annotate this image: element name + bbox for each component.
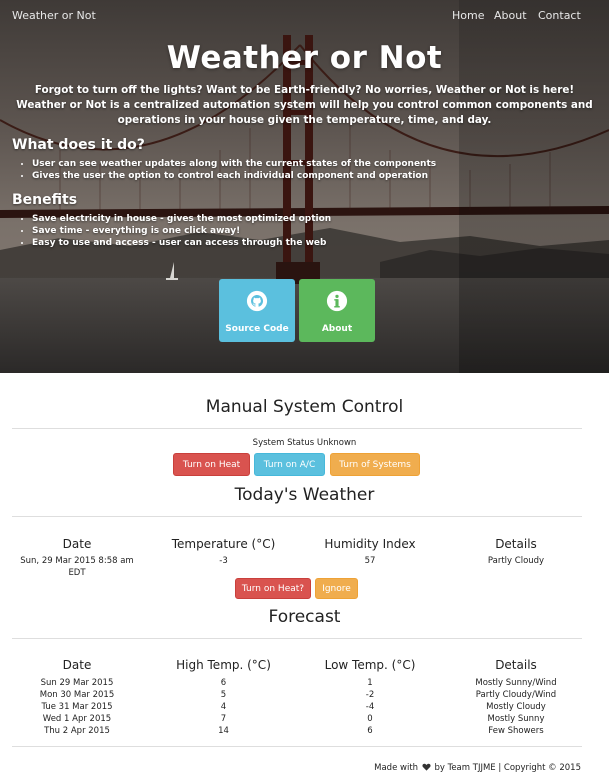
nav-link-home[interactable]: Home xyxy=(452,9,484,22)
forecast-header-high: High Temp. (°C) xyxy=(176,658,271,672)
forecast-details-cell: Few Showers xyxy=(488,726,544,736)
forecast-date-cell: Sun 29 Mar 2015 xyxy=(40,678,114,688)
heart-icon xyxy=(422,763,431,771)
about-tile[interactable]: About xyxy=(299,279,375,342)
system-status-text: System Status Unknown xyxy=(252,438,357,448)
today-temperature-cell: -3 xyxy=(219,556,228,566)
today-header-temperature: Temperature (°C) xyxy=(171,537,276,551)
forecast-date-cell: Wed 1 Apr 2015 xyxy=(42,714,112,724)
today-date-cell: Sun, 29 Mar 2015 8:58 am EDT xyxy=(12,555,142,579)
about-label: About xyxy=(321,324,353,334)
what-item: Gives the user the option to control eac… xyxy=(32,170,436,182)
forecast-details-cell: Mostly Sunny/Wind xyxy=(475,678,557,688)
navbar: Weather or Not Home About Contact xyxy=(0,0,609,32)
today-date-timezone: EDT xyxy=(68,568,86,578)
forecast-high-cell: 4 xyxy=(220,702,227,712)
turn-on-heat-button[interactable]: Turn on Heat xyxy=(173,453,250,476)
github-icon xyxy=(246,290,268,312)
divider xyxy=(12,516,582,517)
benefits-heading: Benefits xyxy=(12,192,78,208)
benefit-item: Save electricity in house - gives the mo… xyxy=(32,213,331,225)
today-header-date: Date xyxy=(62,537,92,551)
today-header-details: Details xyxy=(495,537,537,551)
forecast-low-cell: -4 xyxy=(365,702,375,712)
benefits-list: Save electricity in house - gives the mo… xyxy=(18,213,331,249)
forecast-low-cell: 6 xyxy=(367,726,373,736)
forecast-details-cell: Mostly Cloudy xyxy=(486,702,546,712)
source-code-label: Source Code xyxy=(225,324,289,334)
footer-made-with: Made with xyxy=(374,763,419,773)
footer: Made with by Team TJJME | Copyright © 20… xyxy=(374,763,581,773)
forecast-date-cell: Mon 30 Mar 2015 xyxy=(39,690,115,700)
info-icon xyxy=(326,290,348,312)
forecast-date-cell: Thu 2 Apr 2015 xyxy=(44,726,110,736)
todays-weather-title: Today's Weather xyxy=(234,485,375,505)
today-header-humidity: Humidity Index xyxy=(324,537,416,551)
forecast-header-date: Date xyxy=(62,658,92,672)
manual-control-title: Manual System Control xyxy=(205,397,404,417)
nav-link-about[interactable]: About xyxy=(494,9,527,22)
forecast-title: Forecast xyxy=(268,607,341,627)
ignore-button[interactable]: Ignore xyxy=(315,578,358,599)
footer-credit: by Team TJJME | Copyright © 2015 xyxy=(434,763,581,773)
forecast-low-cell: 0 xyxy=(367,714,373,724)
forecast-low-cell: 1 xyxy=(367,678,373,688)
turn-on-heat-prompt-button[interactable]: Turn on Heat? xyxy=(235,578,311,599)
benefit-item: Save time - everything is one click away… xyxy=(32,225,331,237)
nav-link-contact[interactable]: Contact xyxy=(538,9,581,22)
what-list: User can see weather updates along with … xyxy=(18,158,436,182)
hero-intro-text: Forgot to turn off the lights? Want to b… xyxy=(16,84,593,126)
hero-section: Weather or Not Home About Contact Weathe… xyxy=(0,0,609,373)
forecast-header-details: Details xyxy=(495,658,537,672)
what-item: User can see weather updates along with … xyxy=(32,158,436,170)
forecast-header-low: Low Temp. (°C) xyxy=(324,658,416,672)
today-date-line: Sun, 29 Mar 2015 8:58 am xyxy=(20,556,134,566)
divider xyxy=(12,746,582,747)
forecast-high-cell: 14 xyxy=(218,726,229,736)
forecast-low-cell: -2 xyxy=(365,690,375,700)
forecast-high-cell: 6 xyxy=(220,678,227,688)
today-humidity-cell: 57 xyxy=(364,556,376,566)
source-code-tile[interactable]: Source Code xyxy=(219,279,295,342)
hero-title: Weather or Not xyxy=(166,40,443,76)
forecast-details-cell: Partly Cloudy/Wind xyxy=(475,690,557,700)
turn-on-ac-button[interactable]: Turn on A/C xyxy=(254,453,325,476)
benefit-item: Easy to use and access - user can access… xyxy=(32,237,331,249)
forecast-high-cell: 5 xyxy=(220,690,227,700)
what-heading: What does it do? xyxy=(12,137,145,153)
divider xyxy=(12,428,582,429)
turn-off-systems-button[interactable]: Turn of Systems xyxy=(330,453,420,476)
divider xyxy=(12,638,582,639)
forecast-details-cell: Mostly Sunny xyxy=(487,714,545,724)
forecast-high-cell: 7 xyxy=(220,714,227,724)
today-details-cell: Partly Cloudy xyxy=(487,556,545,566)
brand-logo[interactable]: Weather or Not xyxy=(12,9,96,22)
forecast-date-cell: Tue 31 Mar 2015 xyxy=(41,702,113,712)
